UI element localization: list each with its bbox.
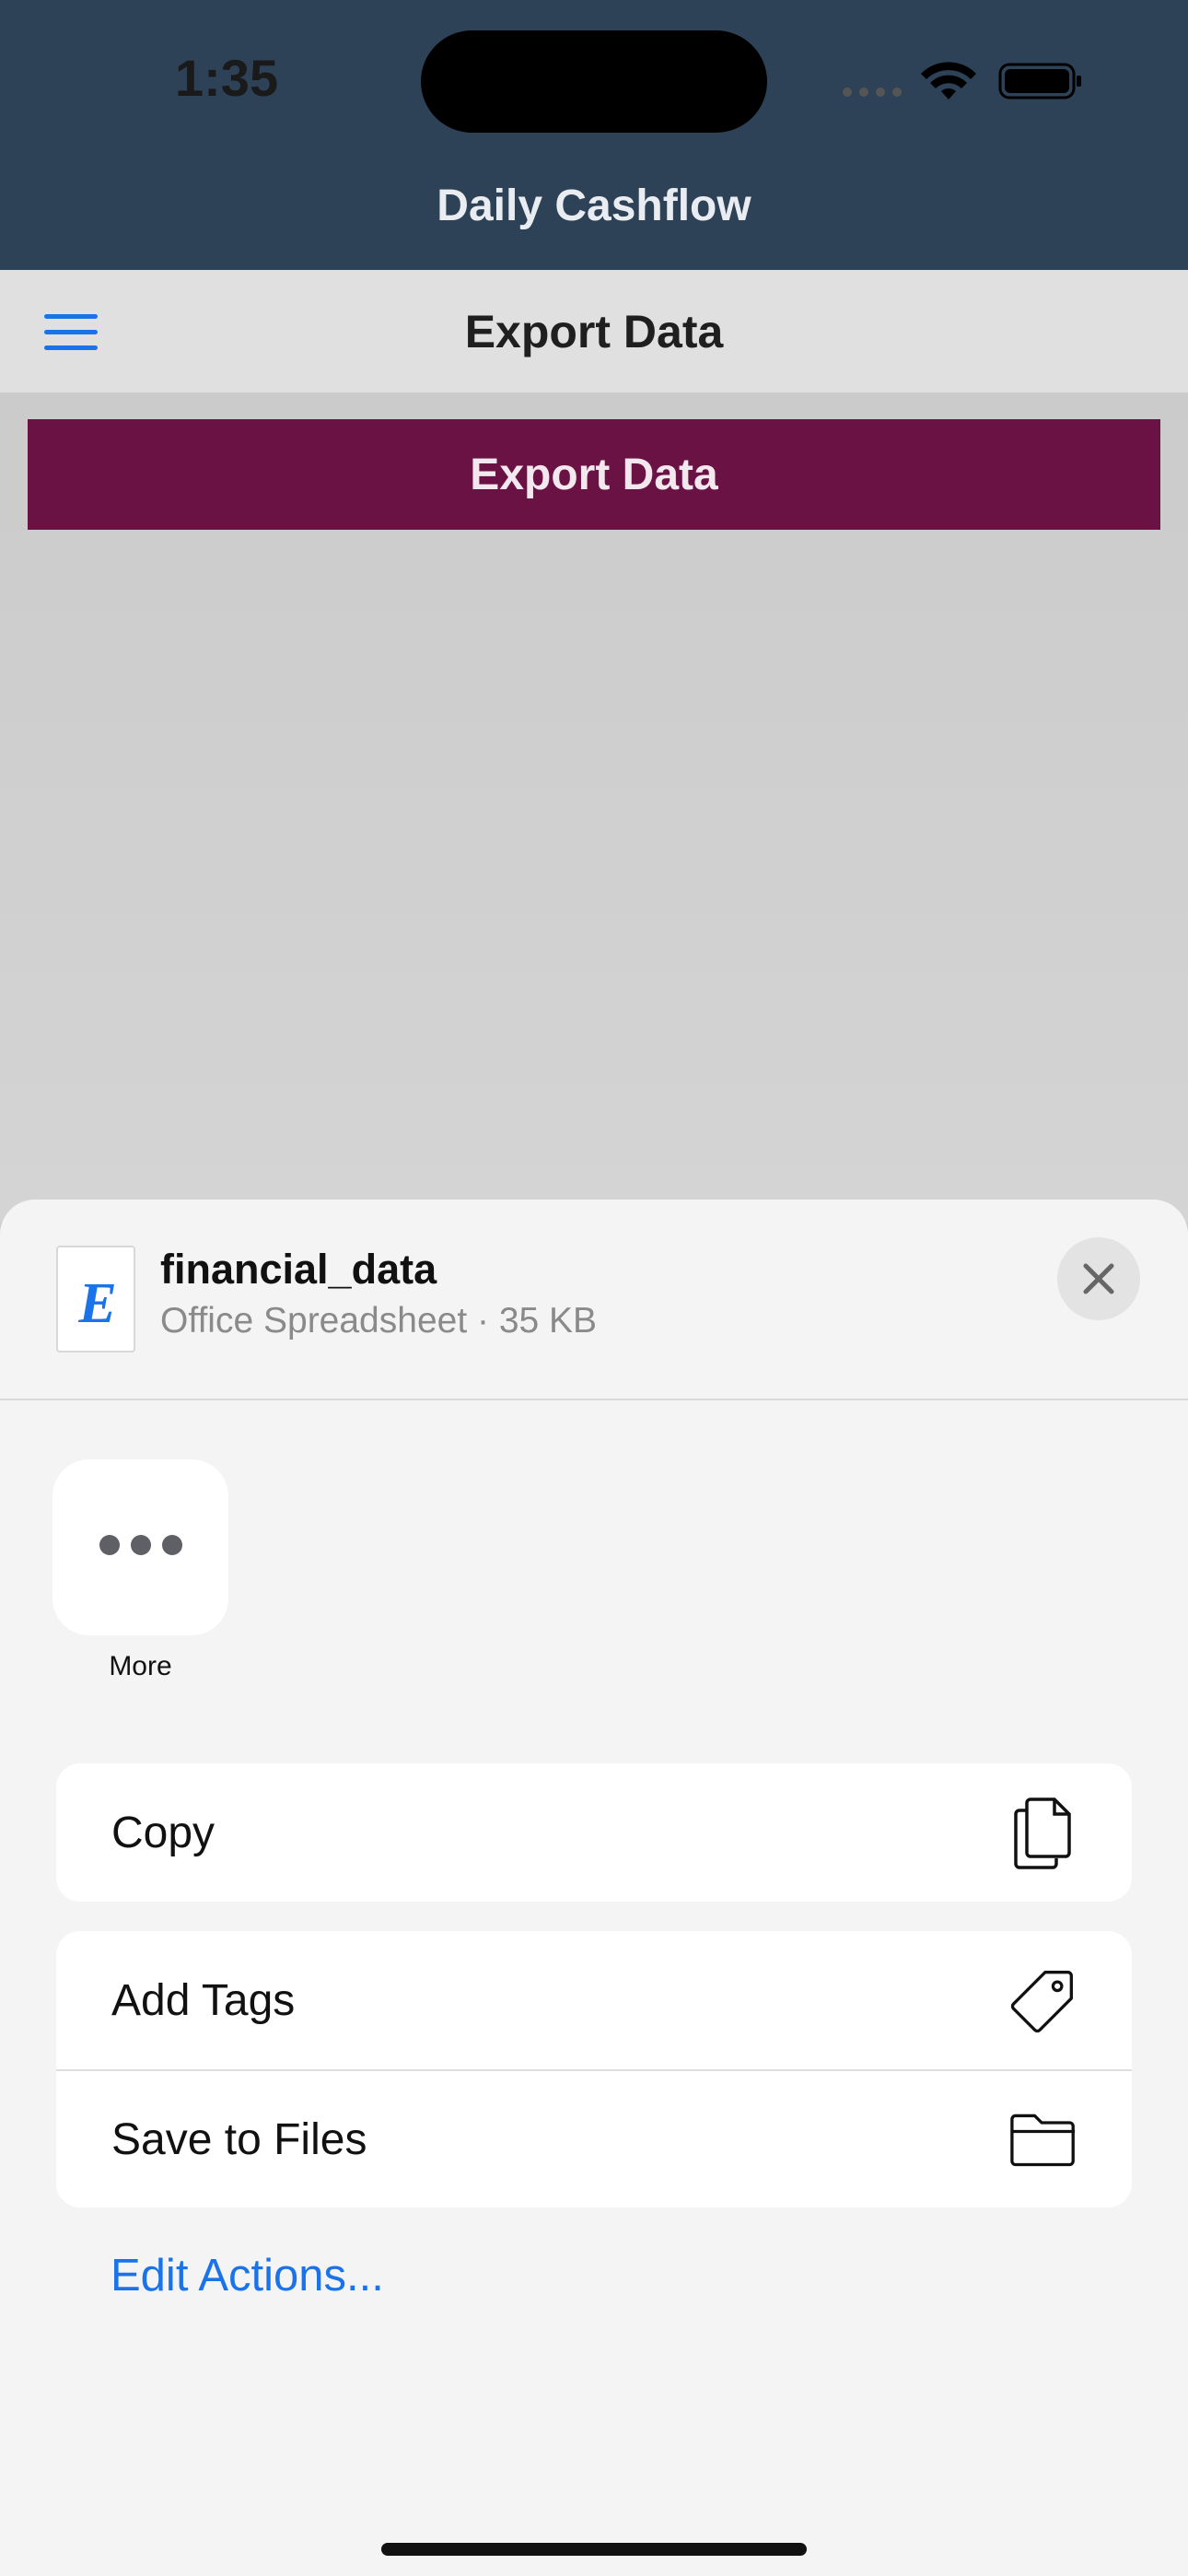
copy-icon xyxy=(1010,1797,1077,1869)
signal-icon xyxy=(843,88,902,97)
ellipsis-icon xyxy=(94,1535,188,1560)
add-tags-label: Add Tags xyxy=(111,1975,296,2025)
action-group-files: Add Tags Save to Files xyxy=(56,1931,1132,2207)
app-header: 1:35 Daily Cashflow xyxy=(0,0,1188,270)
page-title: Export Data xyxy=(464,306,724,357)
nav-bar: Export Data xyxy=(0,270,1188,392)
dynamic-island xyxy=(421,30,767,133)
save-to-files-action[interactable]: Save to Files xyxy=(56,2069,1132,2207)
spreadsheet-file-icon: E xyxy=(56,1246,135,1352)
share-sheet: E financial_data Office Spreadsheet · 35… xyxy=(0,1200,1188,2576)
file-icon-letter: E xyxy=(78,1272,117,1335)
edit-actions-link[interactable]: Edit Actions... xyxy=(111,2250,384,2301)
folder-icon xyxy=(1010,2106,1077,2172)
status-icons xyxy=(843,62,1081,100)
close-button[interactable] xyxy=(1057,1237,1140,1320)
export-data-button[interactable]: Export Data xyxy=(28,419,1160,530)
file-meta: Office Spreadsheet · 35 KB xyxy=(160,1301,598,1341)
divider xyxy=(0,1399,1188,1400)
copy-label: Copy xyxy=(111,1808,215,1857)
save-to-files-label: Save to Files xyxy=(111,2114,367,2164)
close-icon xyxy=(1083,1263,1114,1294)
copy-action[interactable]: Copy xyxy=(56,1763,1132,1902)
wifi-icon xyxy=(921,62,976,100)
app-title: Daily Cashflow xyxy=(437,181,751,230)
action-group-copy: Copy xyxy=(56,1763,1132,1902)
more-button[interactable] xyxy=(52,1459,228,1635)
add-tags-action[interactable]: Add Tags xyxy=(56,1931,1132,2069)
more-label: More xyxy=(109,1651,172,1681)
tag-icon xyxy=(1010,1967,1077,2033)
status-time: 1:35 xyxy=(175,49,279,107)
battery-icon xyxy=(998,63,1081,100)
home-indicator[interactable] xyxy=(381,2543,807,2556)
file-name: financial_data xyxy=(160,1246,437,1293)
